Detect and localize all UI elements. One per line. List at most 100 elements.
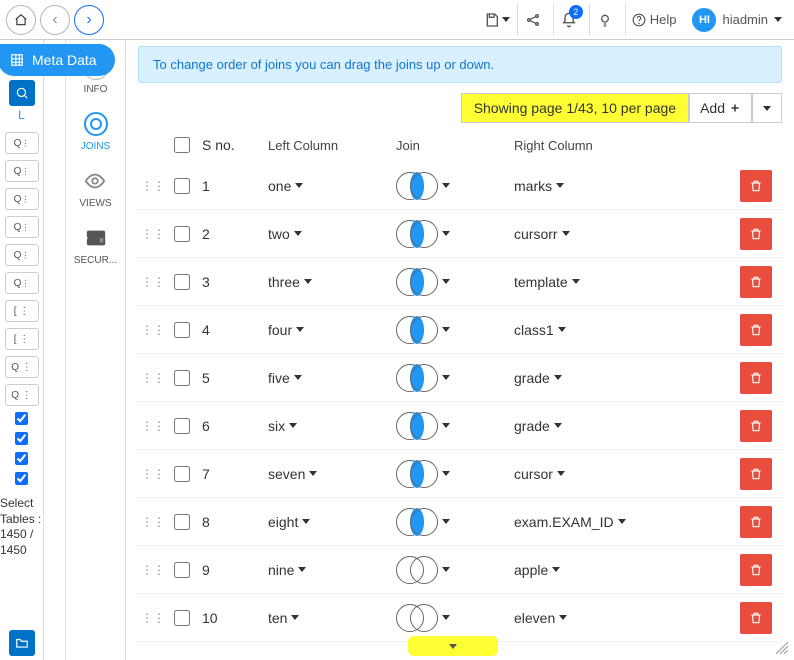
- add-button[interactable]: Add: [689, 93, 752, 123]
- rail-mini-button[interactable]: Q ⋮: [5, 188, 39, 210]
- left-column-dropdown[interactable]: four: [268, 322, 304, 338]
- sidebar-item-security[interactable]: SECUR...: [74, 219, 117, 270]
- drag-handle-icon[interactable]: ⋮⋮: [141, 323, 165, 337]
- rail-check[interactable]: [15, 432, 28, 448]
- rail-mini-button[interactable]: Q ⋮: [5, 216, 39, 238]
- join-type-dropdown[interactable]: [396, 267, 450, 297]
- join-type-dropdown[interactable]: [396, 219, 450, 249]
- save-button[interactable]: [481, 4, 513, 36]
- left-column-value: eight: [268, 514, 298, 530]
- delete-row-button[interactable]: [740, 266, 772, 298]
- sidebar-item-views[interactable]: VIEWS: [79, 162, 111, 213]
- rail-check[interactable]: [15, 472, 28, 488]
- delete-row-button[interactable]: [740, 314, 772, 346]
- user-menu[interactable]: HI hiadmin: [686, 8, 788, 32]
- row-checkbox[interactable]: [170, 370, 194, 386]
- delete-row-button[interactable]: [740, 410, 772, 442]
- row-checkbox[interactable]: [170, 226, 194, 242]
- rail-mini-button[interactable]: Q ⋮: [5, 384, 39, 406]
- left-column-dropdown[interactable]: eight: [268, 514, 310, 530]
- row-checkbox[interactable]: [170, 178, 194, 194]
- resize-grip-icon[interactable]: [776, 642, 788, 654]
- right-column-dropdown[interactable]: class1: [514, 322, 566, 338]
- delete-row-button[interactable]: [740, 458, 772, 490]
- drag-handle-icon[interactable]: ⋮⋮: [141, 179, 165, 193]
- right-column-dropdown[interactable]: cursor: [514, 466, 565, 482]
- rail-folder-button[interactable]: [9, 630, 35, 656]
- caret-down-icon: [502, 17, 510, 22]
- left-column-dropdown[interactable]: six: [268, 418, 297, 434]
- right-column-dropdown[interactable]: template: [514, 274, 580, 290]
- share-button[interactable]: [517, 4, 549, 36]
- chevron-left-icon: [49, 14, 61, 26]
- drag-handle-icon[interactable]: ⋮⋮: [141, 563, 165, 577]
- search-button[interactable]: [9, 80, 35, 106]
- ideas-button[interactable]: [589, 4, 621, 36]
- delete-row-button[interactable]: [740, 506, 772, 538]
- notifications-button[interactable]: 2: [553, 4, 585, 36]
- caret-down-icon: [763, 106, 771, 111]
- delete-row-button[interactable]: [740, 218, 772, 250]
- select-all-checkbox[interactable]: [170, 137, 194, 153]
- delete-row-button[interactable]: [740, 602, 772, 634]
- expand-more-button[interactable]: [408, 636, 498, 656]
- rail-mini-button[interactable]: Q ⋮: [5, 160, 39, 182]
- join-type-dropdown[interactable]: [396, 603, 450, 633]
- drag-handle-icon[interactable]: ⋮⋮: [141, 371, 165, 385]
- join-type-dropdown[interactable]: [396, 507, 450, 537]
- delete-row-button[interactable]: [740, 362, 772, 394]
- meta-data-pill[interactable]: Meta Data: [0, 44, 115, 76]
- rail-mini-button[interactable]: Q ⋮: [5, 272, 39, 294]
- rail-check[interactable]: [15, 452, 28, 468]
- drag-handle-icon[interactable]: ⋮⋮: [141, 611, 165, 625]
- row-checkbox[interactable]: [170, 466, 194, 482]
- join-type-dropdown[interactable]: [396, 459, 450, 489]
- row-checkbox[interactable]: [170, 514, 194, 530]
- left-column-dropdown[interactable]: two: [268, 226, 302, 242]
- nav-home-button[interactable]: [6, 5, 36, 35]
- right-column-dropdown[interactable]: marks: [514, 178, 564, 194]
- pager-menu[interactable]: [752, 93, 782, 123]
- right-column-dropdown[interactable]: grade: [514, 370, 562, 386]
- right-column-dropdown[interactable]: exam.EXAM_ID: [514, 514, 626, 530]
- right-column-dropdown[interactable]: cursorr: [514, 226, 570, 242]
- left-column-dropdown[interactable]: nine: [268, 562, 306, 578]
- row-checkbox[interactable]: [170, 418, 194, 434]
- right-column-dropdown[interactable]: eleven: [514, 610, 567, 626]
- rail-mini-button[interactable]: [ ⋮: [5, 300, 39, 322]
- drag-handle-icon[interactable]: ⋮⋮: [141, 275, 165, 289]
- sidebar-item-joins[interactable]: JOINS: [81, 105, 111, 156]
- row-checkbox[interactable]: [170, 610, 194, 626]
- join-type-dropdown[interactable]: [396, 315, 450, 345]
- delete-row-button[interactable]: [740, 170, 772, 202]
- drag-handle-icon[interactable]: ⋮⋮: [141, 227, 165, 241]
- row-checkbox[interactable]: [170, 322, 194, 338]
- help-button[interactable]: Help: [625, 4, 683, 36]
- right-column-dropdown[interactable]: apple: [514, 562, 560, 578]
- drag-handle-icon[interactable]: ⋮⋮: [141, 467, 165, 481]
- rail-mini-button[interactable]: Q ⋮: [5, 132, 39, 154]
- rail-mini-button[interactable]: Q ⋮: [5, 244, 39, 266]
- rail-mini-button[interactable]: Q ⋮: [5, 356, 39, 378]
- join-type-dropdown[interactable]: [396, 171, 450, 201]
- join-type-dropdown[interactable]: [396, 363, 450, 393]
- join-type-dropdown[interactable]: [396, 555, 450, 585]
- nav-back-button[interactable]: [40, 5, 70, 35]
- left-column-dropdown[interactable]: one: [268, 178, 303, 194]
- join-type-dropdown[interactable]: [396, 411, 450, 441]
- delete-row-button[interactable]: [740, 554, 772, 586]
- drag-handle-icon[interactable]: ⋮⋮: [141, 419, 165, 433]
- left-column-dropdown[interactable]: seven: [268, 466, 317, 482]
- rail-mini-button[interactable]: [ ⋮: [5, 328, 39, 350]
- col-join-label: Join: [396, 138, 506, 153]
- rail-check[interactable]: [15, 412, 28, 428]
- row-checkbox[interactable]: [170, 274, 194, 290]
- left-column-dropdown[interactable]: three: [268, 274, 312, 290]
- right-column-dropdown[interactable]: grade: [514, 418, 562, 434]
- drag-handle-icon[interactable]: ⋮⋮: [141, 515, 165, 529]
- row-checkbox[interactable]: [170, 562, 194, 578]
- left-column-dropdown[interactable]: five: [268, 370, 302, 386]
- left-column-dropdown[interactable]: ten: [268, 610, 299, 626]
- nav-forward-button[interactable]: [74, 5, 104, 35]
- sidebar-item-label: VIEWS: [79, 198, 111, 209]
